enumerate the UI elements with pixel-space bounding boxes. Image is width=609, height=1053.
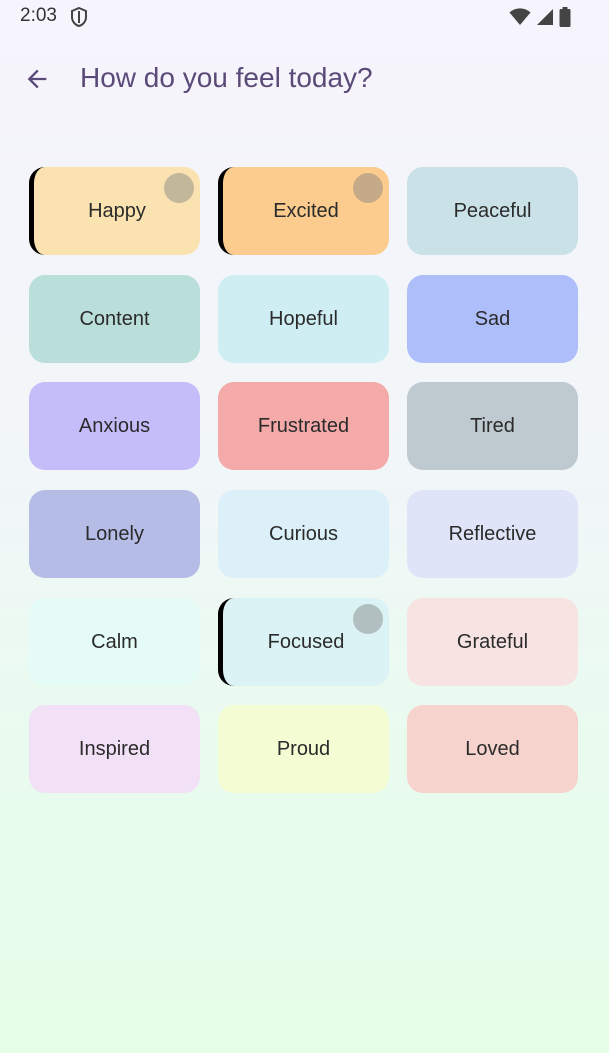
mood-label: Happy bbox=[88, 199, 146, 222]
selection-indicator bbox=[353, 173, 383, 203]
mood-label: Sad bbox=[474, 307, 511, 330]
mood-tile-tired[interactable]: Tired bbox=[407, 382, 578, 470]
mood-tile-excited[interactable]: Excited bbox=[218, 167, 389, 255]
mood-label: Grateful bbox=[456, 630, 529, 653]
mood-label: Calm bbox=[91, 630, 138, 653]
mood-tile-sad[interactable]: Sad bbox=[407, 275, 578, 363]
shield-icon bbox=[71, 7, 87, 27]
signal-icon bbox=[537, 9, 553, 25]
mood-tile-inspired[interactable]: Inspired bbox=[29, 705, 200, 793]
status-bar: 2:03 bbox=[0, 0, 609, 34]
mood-label: Loved bbox=[465, 737, 520, 760]
mood-tile-peaceful[interactable]: Peaceful bbox=[407, 167, 578, 255]
mood-tile-curious[interactable]: Curious bbox=[218, 490, 389, 578]
mood-tile-content[interactable]: Content bbox=[29, 275, 200, 363]
mood-tile-frustrated[interactable]: Frustrated bbox=[218, 382, 389, 470]
selection-indicator bbox=[164, 173, 194, 203]
mood-tile-calm[interactable]: Calm bbox=[29, 598, 200, 686]
system-icons bbox=[509, 7, 571, 27]
mood-label: Content bbox=[79, 307, 150, 330]
status-time: 2:03 bbox=[20, 5, 57, 26]
mood-label: Peaceful bbox=[453, 199, 532, 222]
mood-label: Hopeful bbox=[269, 307, 338, 330]
app-bar: How do you feel today? bbox=[0, 44, 609, 114]
mood-label: Anxious bbox=[78, 414, 151, 437]
wifi-icon bbox=[509, 8, 531, 25]
mood-tile-proud[interactable]: Proud bbox=[218, 705, 389, 793]
mood-tile-happy[interactable]: Happy bbox=[29, 167, 200, 255]
mood-label: Focused bbox=[267, 630, 345, 653]
mood-tile-grateful[interactable]: Grateful bbox=[407, 598, 578, 686]
mood-label: Curious bbox=[269, 522, 338, 545]
mood-tile-lonely[interactable]: Lonely bbox=[29, 490, 200, 578]
mood-label: Reflective bbox=[448, 522, 537, 545]
mood-label: Proud bbox=[276, 737, 331, 760]
selection-indicator bbox=[353, 604, 383, 634]
mood-tile-anxious[interactable]: Anxious bbox=[29, 382, 200, 470]
mood-tile-hopeful[interactable]: Hopeful bbox=[218, 275, 389, 363]
mood-label: Tired bbox=[470, 414, 515, 437]
mood-tile-loved[interactable]: Loved bbox=[407, 705, 578, 793]
mood-label: Excited bbox=[273, 199, 339, 222]
mood-label: Lonely bbox=[85, 522, 144, 545]
mood-label: Frustrated bbox=[257, 414, 350, 437]
mood-tile-reflective[interactable]: Reflective bbox=[407, 490, 578, 578]
mood-label: Inspired bbox=[78, 737, 151, 760]
arrow-back-icon bbox=[27, 69, 47, 89]
page-title: How do you feel today? bbox=[80, 62, 373, 93]
battery-icon bbox=[559, 7, 571, 27]
mood-tile-focused[interactable]: Focused bbox=[218, 598, 389, 686]
back-button[interactable] bbox=[14, 58, 60, 100]
